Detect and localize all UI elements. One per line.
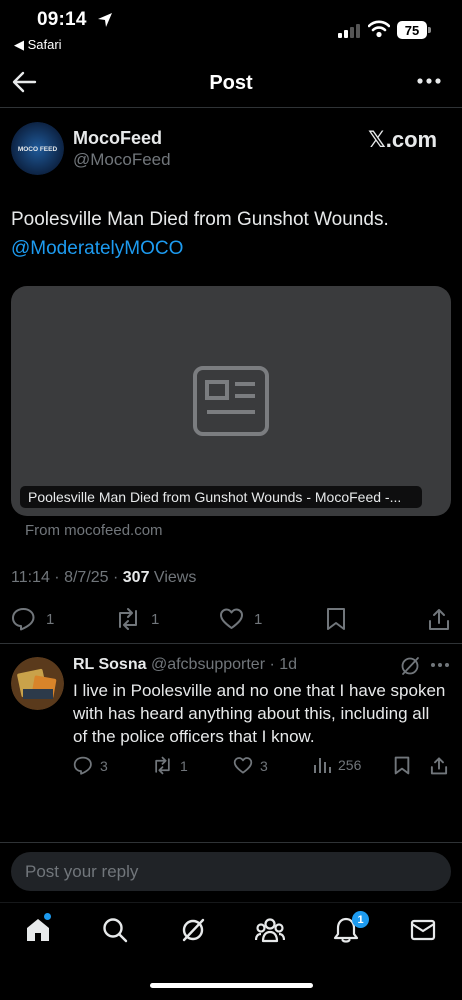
reply-avatar[interactable] <box>11 657 64 710</box>
search-tab-icon[interactable] <box>102 917 128 943</box>
reply-header: RL Sosna @afcbsupporter · 1d <box>73 656 297 674</box>
card-caption[interactable]: Poolesville Man Died from Gunshot Wounds… <box>20 486 422 508</box>
share-icon[interactable] <box>428 607 450 631</box>
notifications-badge: 1 <box>352 911 369 928</box>
page-title: Post <box>209 72 253 94</box>
reply-author-name[interactable]: RL Sosna <box>73 656 147 673</box>
reply-icon <box>73 756 92 775</box>
grok-icon[interactable] <box>400 656 420 676</box>
home-unread-dot <box>44 913 51 920</box>
communities-tab-icon[interactable] <box>255 917 285 943</box>
repost-icon <box>155 756 170 775</box>
views-label: Views <box>149 569 197 586</box>
timestamp: 11:14 · 8/7/25 · <box>11 569 123 586</box>
views-count: 307 <box>122 569 150 586</box>
reply-views-button[interactable]: 256 <box>313 756 361 774</box>
more-options-icon[interactable] <box>416 74 442 88</box>
cellular-signal-icon <box>338 24 360 38</box>
x-logo: 𝕏.com <box>368 127 438 152</box>
home-indicator[interactable] <box>150 983 313 988</box>
reply-repost-count: 1 <box>180 757 188 774</box>
back-to-safari-link[interactable]: ◀ Safari <box>14 37 62 53</box>
header-divider <box>0 107 462 108</box>
heart-icon <box>220 608 243 629</box>
reply-count: 1 <box>46 610 55 628</box>
compose-divider <box>0 842 462 843</box>
avatar-logo-text: MOCO FEED <box>18 146 58 153</box>
messages-tab-icon[interactable] <box>410 919 436 941</box>
author-avatar[interactable]: MOCO FEED <box>11 122 64 175</box>
tweet-body: Poolesville Man Died from Gunshot Wounds… <box>11 209 389 230</box>
reply-bookmark-icon[interactable] <box>394 756 410 775</box>
tabbar-divider <box>0 902 462 903</box>
reply-more-icon[interactable] <box>430 662 450 668</box>
mention-link[interactable]: @ModeratelyMOCO <box>11 234 451 263</box>
reply-share-icon[interactable] <box>430 756 448 775</box>
like-count: 1 <box>254 610 263 628</box>
reply-icon <box>12 608 35 631</box>
reply-separator: · <box>265 656 280 673</box>
home-tab-icon[interactable] <box>25 917 51 943</box>
repost-icon <box>119 608 137 630</box>
reply-like-count: 3 <box>260 757 268 774</box>
reply-time: 1d <box>279 656 298 673</box>
bookmark-icon[interactable] <box>326 607 346 631</box>
status-time: 09:14 <box>37 9 87 30</box>
location-arrow-icon <box>97 12 113 28</box>
reply-author-handle[interactable]: @afcbsupporter <box>151 656 265 673</box>
battery-tip <box>428 27 431 33</box>
views-icon <box>314 758 331 773</box>
repost-button[interactable]: 1 <box>115 607 159 631</box>
reply-repost-button[interactable]: 1 <box>152 756 188 775</box>
reply-input[interactable]: Post your reply <box>11 852 451 891</box>
tweet-text: Poolesville Man Died from Gunshot Wounds… <box>11 205 451 263</box>
reply-button[interactable]: 1 <box>11 607 54 631</box>
battery-indicator: 75 <box>397 21 427 39</box>
repost-count: 1 <box>151 610 160 628</box>
like-button[interactable]: 1 <box>219 607 262 631</box>
reply-reply-button[interactable]: 3 <box>73 756 108 775</box>
reply-reply-count: 3 <box>100 757 108 774</box>
reply-views-count: 256 <box>338 757 362 773</box>
author-name[interactable]: MocoFeed <box>73 128 162 149</box>
article-icon <box>193 366 269 436</box>
tweet-divider <box>0 643 462 644</box>
heart-icon <box>233 757 253 774</box>
reply-like-button[interactable]: 3 <box>233 756 268 775</box>
card-source[interactable]: From mocofeed.com <box>25 522 163 539</box>
author-handle[interactable]: @MocoFeed <box>73 150 171 170</box>
tweet-meta: 11:14 · 8/7/25 · 307 Views <box>11 569 196 587</box>
wifi-icon <box>368 20 390 38</box>
grok-tab-icon[interactable] <box>180 917 206 943</box>
reply-text: I live in Poolesville and no one that I … <box>73 681 446 746</box>
